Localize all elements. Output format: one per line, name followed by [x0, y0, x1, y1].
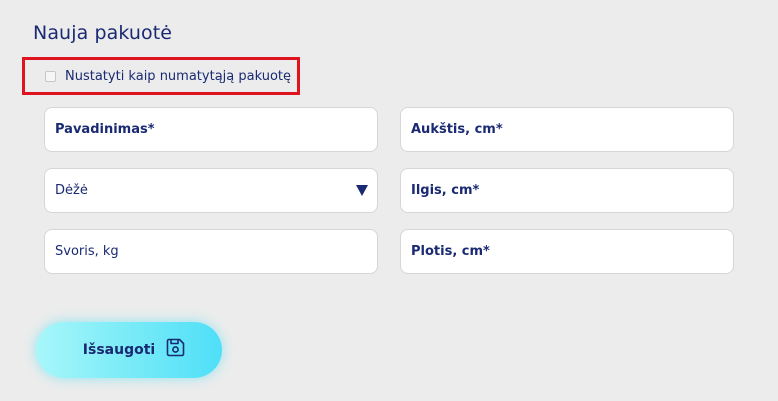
default-package-label[interactable]: Nustatyti kaip numatytąją pakuotę: [65, 69, 291, 84]
dropdown-arrow-icon[interactable]: [356, 185, 368, 196]
height-field[interactable]: Aukštis, cm*: [400, 107, 734, 152]
height-field-label: Aukštis, cm*: [411, 122, 503, 137]
width-field-label: Plotis, cm*: [411, 244, 490, 259]
package-type-select[interactable]: Dėžė: [44, 168, 378, 213]
weight-field[interactable]: Svoris, kg: [44, 229, 378, 274]
floppy-disk-icon: [166, 338, 185, 357]
weight-field-label: Svoris, kg: [55, 244, 119, 259]
width-field[interactable]: Plotis, cm*: [400, 229, 734, 274]
length-field[interactable]: Ilgis, cm*: [400, 168, 734, 213]
default-package-checkbox[interactable]: [45, 70, 56, 82]
page-title: Nauja pakuotė: [33, 22, 173, 44]
name-field[interactable]: Pavadinimas*: [44, 107, 378, 152]
default-package-option: Nustatyti kaip numatytąją pakuotę: [22, 57, 300, 95]
name-field-label: Pavadinimas*: [55, 122, 155, 137]
package-type-value: Dėžė: [55, 183, 88, 198]
save-button[interactable]: Išsaugoti: [36, 322, 222, 378]
length-field-label: Ilgis, cm*: [411, 183, 480, 198]
save-button-label: Išsaugoti: [82, 342, 156, 358]
